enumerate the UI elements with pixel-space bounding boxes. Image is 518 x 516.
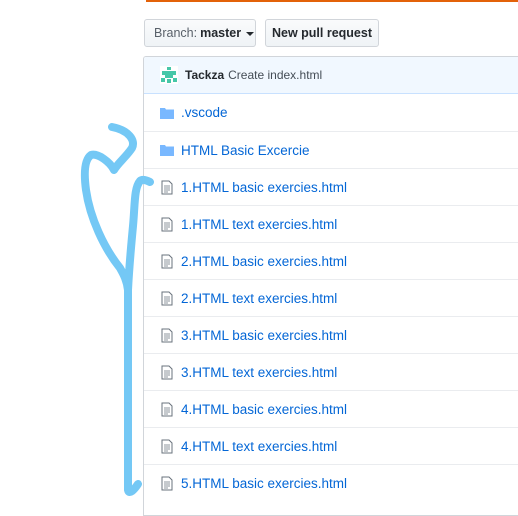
folder-row[interactable]: .vscode [144,94,518,131]
file-link[interactable]: 3.HTML basic exercies.html [181,328,347,343]
folder-icon [160,142,174,158]
commit-message[interactable]: Create index.html [228,68,322,82]
file-link[interactable]: 4.HTML basic exercies.html [181,402,347,417]
file-row[interactable]: 4.HTML text exercies.html [144,427,518,464]
file-row[interactable]: 3.HTML text exercies.html [144,353,518,390]
file-row[interactable]: 1.HTML basic exercies.html [144,168,518,205]
file-row[interactable]: 3.HTML basic exercies.html [144,316,518,353]
folder-row[interactable]: HTML Basic Excercie [144,131,518,168]
file-link[interactable]: 1.HTML basic exercies.html [181,180,347,195]
file-icon [160,290,174,306]
file-row[interactable]: 1.HTML text exercies.html [144,205,518,242]
branch-name: master [200,26,242,40]
commit-author[interactable]: Tackza [185,68,224,82]
folder-icon [160,105,174,121]
file-link[interactable]: 2.HTML text exercies.html [181,291,337,306]
file-rows: .vscode HTML Basic Excercie 1.HTML basic e… [144,94,518,501]
caret-down-icon [246,32,255,36]
avatar[interactable] [160,66,178,84]
annotation-stroke [80,123,154,497]
header-accent-bar [146,0,518,2]
new-pull-request-button[interactable]: New pull request [265,19,379,47]
file-icon [160,179,174,195]
file-icon [160,438,174,454]
file-link[interactable]: HTML Basic Excercie [181,143,310,158]
file-icon [160,364,174,380]
file-icon [160,401,174,417]
file-row[interactable]: 4.HTML basic exercies.html [144,390,518,427]
file-link[interactable]: 4.HTML text exercies.html [181,439,337,454]
file-link[interactable]: 5.HTML basic exercies.html [181,476,347,491]
file-link[interactable]: 2.HTML basic exercies.html [181,254,347,269]
file-icon [160,475,174,491]
file-link[interactable]: 3.HTML text exercies.html [181,365,337,380]
file-link[interactable]: 1.HTML text exercies.html [181,217,337,232]
file-icon [160,327,174,343]
file-icon [160,216,174,232]
file-list: Tackza Create index.html .vscode HTML Bas… [143,56,518,516]
file-row[interactable]: 2.HTML basic exercies.html [144,242,518,279]
file-row[interactable]: 5.HTML basic exercies.html [144,464,518,501]
file-link[interactable]: .vscode [181,105,228,120]
latest-commit-bar: Tackza Create index.html [144,57,518,94]
branch-prefix: Branch: [154,26,198,40]
file-icon [160,253,174,269]
file-row[interactable]: 2.HTML text exercies.html [144,279,518,316]
branch-select-button[interactable]: Branch: master [144,19,256,47]
